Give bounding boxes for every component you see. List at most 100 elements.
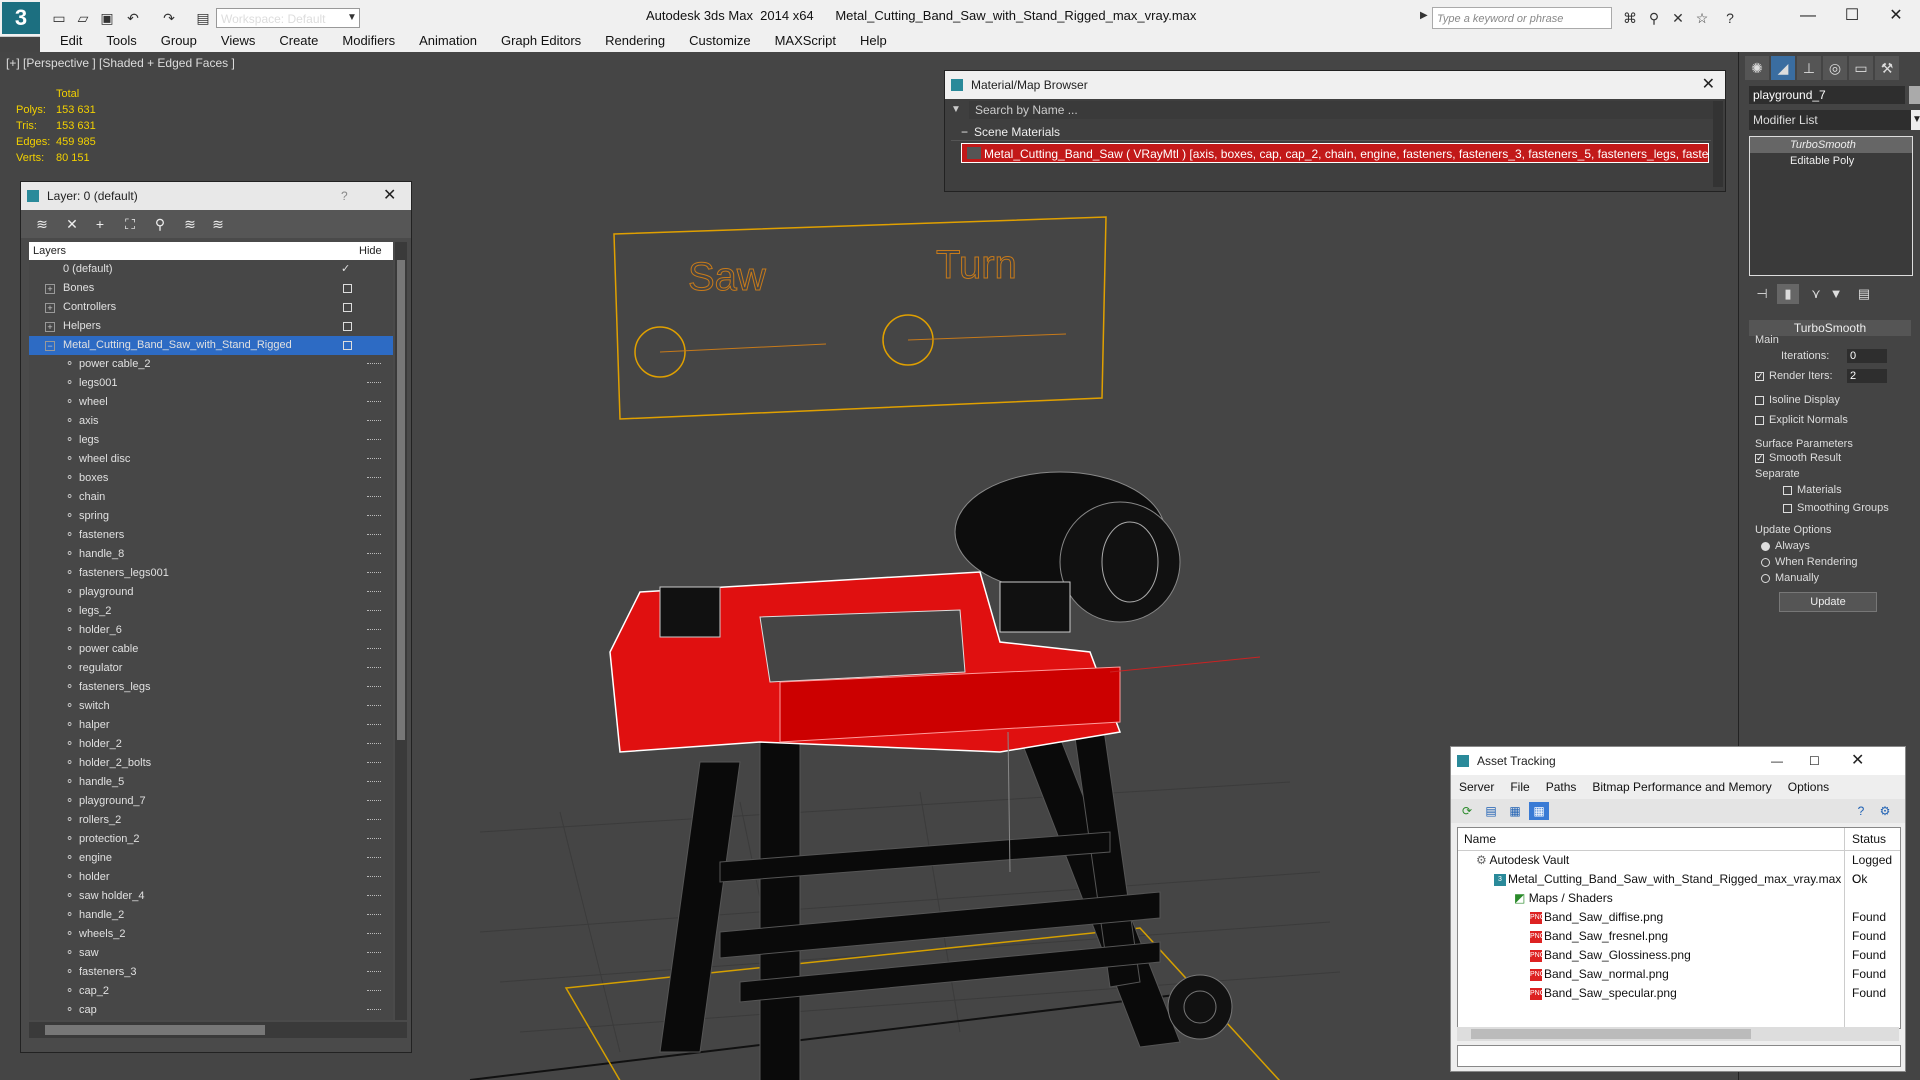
manually-radio[interactable] bbox=[1761, 574, 1770, 583]
col-hide[interactable]: Hide bbox=[359, 242, 382, 260]
layer-row-band-saw[interactable]: − Metal_Cutting_Band_Saw_with_Stand_Rigge… bbox=[29, 336, 393, 355]
binoculars-icon[interactable]: ⌘ bbox=[1620, 8, 1640, 28]
display-tab-icon[interactable]: ▭ bbox=[1849, 56, 1873, 80]
layer-object-row[interactable]: ⚬ fasteners_legs bbox=[29, 678, 393, 697]
when-rendering-radio[interactable] bbox=[1761, 558, 1770, 567]
asset-menu-server[interactable]: Server bbox=[1451, 777, 1502, 797]
layer-object-row[interactable]: ⚬ axis bbox=[29, 412, 393, 431]
asset-row-map[interactable]: PNGBand_Saw_specular.png Found bbox=[1458, 984, 1900, 1003]
col-name[interactable]: Name bbox=[1464, 828, 1496, 850]
layer-object-row[interactable]: ⚬ chain bbox=[29, 488, 393, 507]
layer-object-row[interactable]: ⚬ fasteners_3 bbox=[29, 963, 393, 982]
workspace-dropdown[interactable]: Workspace: Default bbox=[216, 8, 360, 28]
layer-object-row[interactable]: ⚬ handle_2 bbox=[29, 906, 393, 925]
layer-object-row[interactable]: ⚬ wheel bbox=[29, 393, 393, 412]
asset-horizontal-scrollbar[interactable] bbox=[1457, 1027, 1899, 1041]
layer-object-row[interactable]: ⚬ protection_2 bbox=[29, 830, 393, 849]
refresh-icon[interactable]: ⟳ bbox=[1457, 802, 1477, 820]
add-to-layer-icon[interactable]: + bbox=[89, 214, 111, 234]
material-item[interactable]: Metal_Cutting_Band_Saw ( VRayMtl ) [axis… bbox=[961, 143, 1709, 163]
asset-menu-file[interactable]: File bbox=[1502, 777, 1537, 797]
search-input[interactable]: Type a keyword or phrase bbox=[1432, 7, 1612, 29]
settings-icon[interactable]: ⚙ bbox=[1875, 802, 1895, 820]
menu-views[interactable]: Views bbox=[209, 30, 267, 52]
asset-menu-bitmap[interactable]: Bitmap Performance and Memory bbox=[1584, 777, 1779, 797]
object-color-swatch[interactable] bbox=[1909, 86, 1920, 104]
project-folder-icon[interactable]: ▤ bbox=[194, 9, 212, 27]
isoline-checkbox[interactable] bbox=[1755, 396, 1764, 405]
menu-help[interactable]: Help bbox=[848, 30, 899, 52]
hide-toggle[interactable] bbox=[367, 477, 381, 480]
layer-object-row[interactable]: ⚬ wheel disc bbox=[29, 450, 393, 469]
hide-checkbox[interactable] bbox=[343, 284, 352, 293]
hide-toggle[interactable] bbox=[367, 553, 381, 556]
asset-row-map[interactable]: PNGBand_Saw_Glossiness.png Found bbox=[1458, 946, 1900, 965]
undo-icon[interactable]: ↶ bbox=[124, 9, 142, 27]
layer-object-row[interactable]: ⚬ legs001 bbox=[29, 374, 393, 393]
material-search-input[interactable]: Search by Name ... bbox=[969, 101, 1723, 119]
layer-row-controllers[interactable]: + Controllers bbox=[29, 298, 393, 317]
hide-toggle[interactable] bbox=[367, 914, 381, 917]
hide-toggle[interactable] bbox=[367, 990, 381, 993]
app-logo-icon[interactable]: 3 bbox=[2, 2, 40, 34]
configure-sets-icon[interactable]: ▤ bbox=[1853, 284, 1875, 304]
freeze-all-icon[interactable]: ≋ bbox=[207, 214, 229, 234]
asset-row-maps[interactable]: ◩ Maps / Shaders bbox=[1458, 889, 1900, 908]
hide-toggle[interactable] bbox=[367, 686, 381, 689]
layer-row-default[interactable]: 0 (default) ✓ bbox=[29, 260, 393, 279]
menu-customize[interactable]: Customize bbox=[677, 30, 762, 52]
layer-horizontal-scrollbar[interactable] bbox=[29, 1022, 407, 1038]
hide-toggle[interactable] bbox=[367, 382, 381, 385]
asset-row-vault[interactable]: ⚙ Autodesk Vault Logged C bbox=[1458, 851, 1900, 886]
menu-edit[interactable]: Edit bbox=[48, 30, 94, 52]
hide-toggle[interactable] bbox=[367, 629, 381, 632]
layer-object-row[interactable]: ⚬ fasteners bbox=[29, 526, 393, 545]
menu-create[interactable]: Create bbox=[267, 30, 330, 52]
render-iters-spinner[interactable]: 2 bbox=[1847, 369, 1887, 383]
hide-toggle[interactable] bbox=[367, 534, 381, 537]
hide-toggle[interactable] bbox=[367, 895, 381, 898]
layer-object-row[interactable]: ⚬ playground bbox=[29, 583, 393, 602]
hide-toggle[interactable] bbox=[367, 515, 381, 518]
maximize-icon[interactable]: ☐ bbox=[1832, 4, 1872, 28]
asset-row-map[interactable]: PNGBand_Saw_diffise.png Found bbox=[1458, 908, 1900, 927]
update-button[interactable]: Update bbox=[1779, 592, 1877, 612]
layer-object-row[interactable]: ⚬ cap_2 bbox=[29, 982, 393, 1001]
smoothing-groups-checkbox[interactable] bbox=[1783, 504, 1792, 513]
hide-toggle[interactable] bbox=[367, 952, 381, 955]
menu-modifiers[interactable]: Modifiers bbox=[330, 30, 407, 52]
menu-animation[interactable]: Animation bbox=[407, 30, 489, 52]
hide-checkbox[interactable] bbox=[343, 341, 352, 350]
layer-object-row[interactable]: ⚬ cap bbox=[29, 1001, 393, 1020]
pin-stack-icon[interactable]: ⊣ bbox=[1751, 284, 1773, 304]
open-file-icon[interactable]: ▱ bbox=[74, 9, 92, 27]
asset-row-max-file[interactable]: 3 Metal_Cutting_Band_Saw_with_Stand_Rigge… bbox=[1458, 870, 1900, 889]
asset-menu-options[interactable]: Options bbox=[1780, 777, 1837, 797]
active-check-icon[interactable]: ✓ bbox=[341, 260, 350, 279]
save-file-icon[interactable]: ▣ bbox=[98, 9, 116, 27]
redo-icon[interactable]: ↷ bbox=[160, 9, 178, 27]
hide-toggle[interactable] bbox=[367, 363, 381, 366]
hide-toggle[interactable] bbox=[367, 591, 381, 594]
layer-object-row[interactable]: ⚬ holder_2_bolts bbox=[29, 754, 393, 773]
minimize-icon[interactable]: — bbox=[1771, 747, 1783, 775]
layer-row-bones[interactable]: + Bones bbox=[29, 279, 393, 298]
layer-object-row[interactable]: ⚬ regulator bbox=[29, 659, 393, 678]
hide-toggle[interactable] bbox=[367, 439, 381, 442]
hide-toggle[interactable] bbox=[367, 857, 381, 860]
hide-toggle[interactable] bbox=[367, 496, 381, 499]
menu-group[interactable]: Group bbox=[149, 30, 209, 52]
expand-icon[interactable]: + bbox=[45, 322, 55, 332]
create-tab-icon[interactable]: ✺ bbox=[1745, 56, 1769, 80]
hide-toggle[interactable] bbox=[367, 1009, 381, 1012]
menu-rendering[interactable]: Rendering bbox=[593, 30, 677, 52]
layer-vertical-scrollbar[interactable] bbox=[395, 242, 407, 1020]
list-view-icon[interactable]: ▤ bbox=[1481, 802, 1501, 820]
chevron-down-icon[interactable]: ▼ bbox=[1911, 110, 1920, 130]
help-icon[interactable]: ? bbox=[1851, 802, 1871, 820]
search-expand-icon[interactable]: ▶ bbox=[1420, 10, 1430, 26]
always-radio[interactable] bbox=[1761, 542, 1770, 551]
modify-tab-icon[interactable]: ◢ bbox=[1771, 56, 1795, 80]
hide-toggle[interactable] bbox=[367, 876, 381, 879]
utilities-tab-icon[interactable]: ⚒ bbox=[1875, 56, 1899, 80]
